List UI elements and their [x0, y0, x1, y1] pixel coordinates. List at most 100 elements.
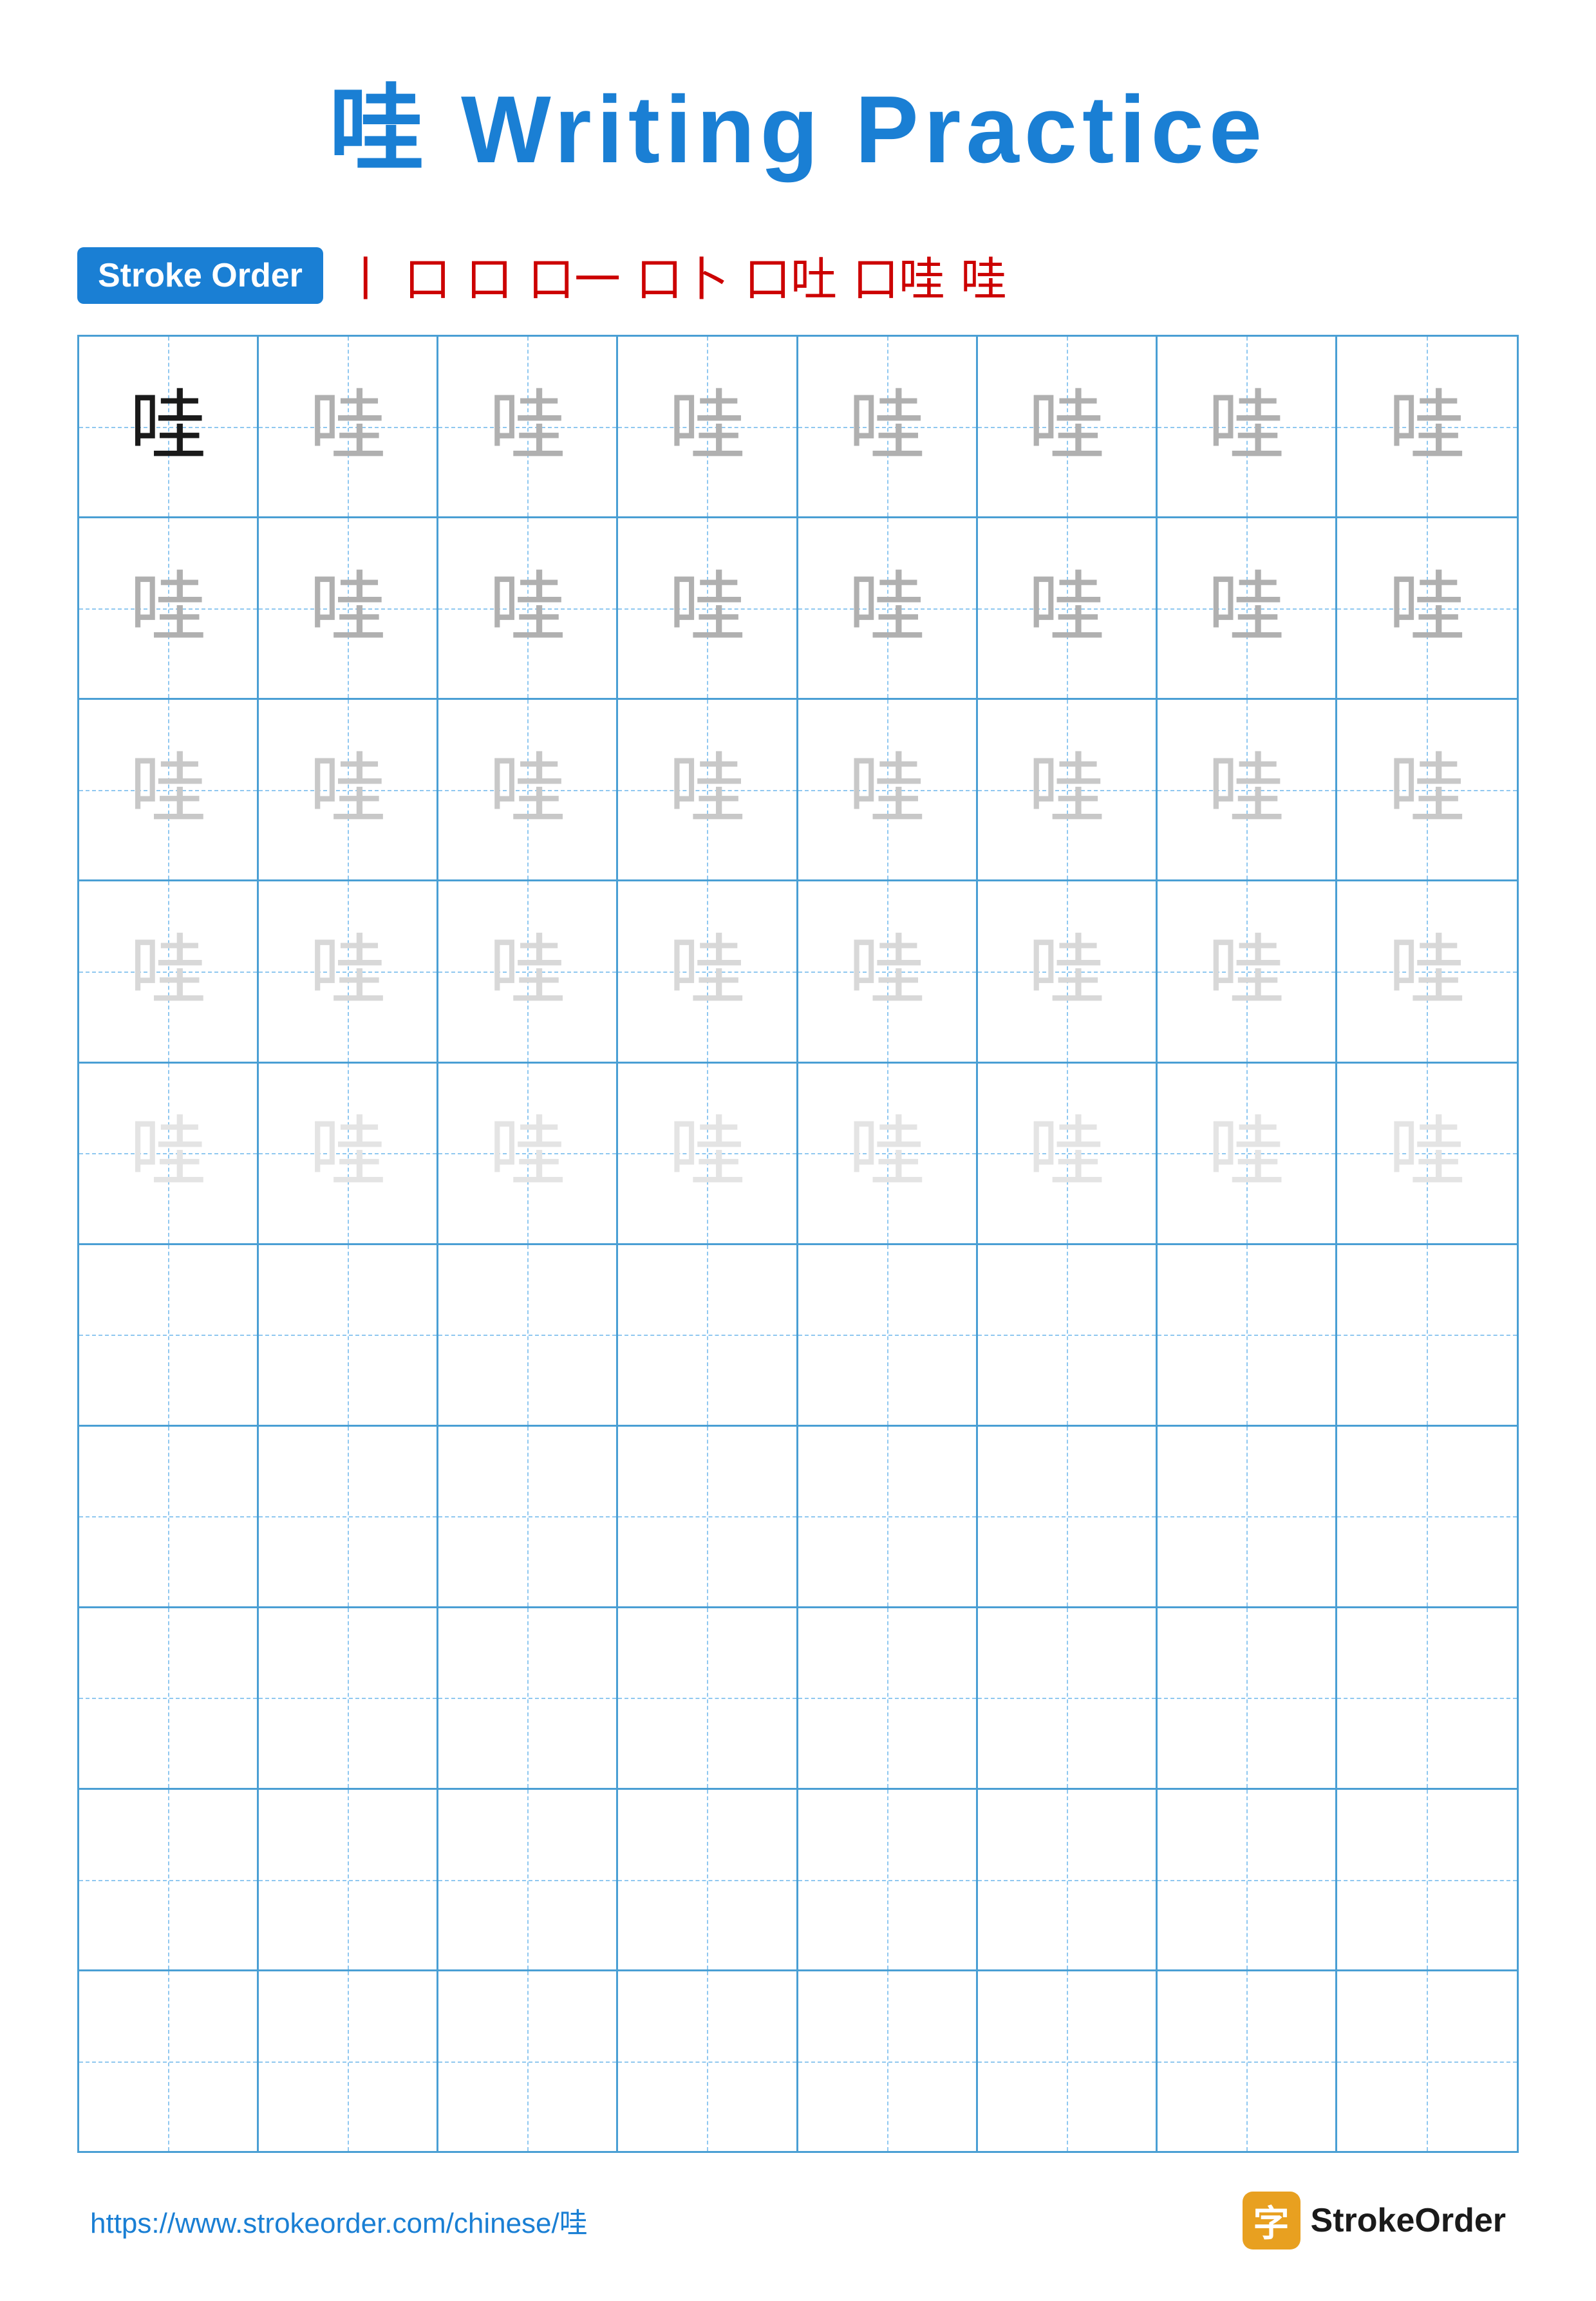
practice-char: 哇 — [849, 388, 926, 465]
grid-cell[interactable]: 哇 — [79, 1064, 259, 1243]
footer-url[interactable]: https://www.strokeorder.com/chinese/哇 — [90, 2200, 588, 2241]
grid-cell[interactable] — [259, 1427, 438, 1606]
grid-cell[interactable] — [1337, 1608, 1517, 1788]
grid-cell[interactable] — [978, 1608, 1158, 1788]
grid-cell[interactable] — [618, 1971, 798, 2151]
grid-cell[interactable] — [259, 1245, 438, 1425]
grid-cell[interactable] — [1337, 1245, 1517, 1425]
grid-cell[interactable]: 哇 — [1158, 337, 1337, 516]
grid-cell[interactable]: 哇 — [259, 881, 438, 1061]
practice-char: 哇 — [1028, 751, 1105, 829]
grid-cell[interactable]: 哇 — [1337, 881, 1517, 1061]
grid-cell[interactable] — [978, 1971, 1158, 2151]
grid-cell[interactable] — [79, 1971, 259, 2151]
grid-cell[interactable]: 哇 — [798, 337, 978, 516]
grid-cell[interactable] — [798, 1971, 978, 2151]
page: 哇 Writing Practice Stroke Order 丨 口 口 口一… — [0, 0, 1596, 2301]
grid-cell[interactable] — [978, 1790, 1158, 1969]
grid-cell[interactable]: 哇 — [1158, 518, 1337, 698]
grid-cell[interactable]: 哇 — [618, 881, 798, 1061]
grid-cell[interactable]: 哇 — [438, 881, 618, 1061]
grid-cell[interactable] — [798, 1427, 978, 1606]
practice-grid: 哇 哇 哇 哇 哇 哇 哇 哇 哇 哇 哇 哇 哇 哇 哇 哇 哇 哇 哇 哇 … — [77, 335, 1519, 2153]
grid-cell[interactable]: 哇 — [978, 518, 1158, 698]
grid-row-5: 哇 哇 哇 哇 哇 哇 哇 哇 — [79, 1064, 1517, 1245]
grid-cell[interactable] — [618, 1245, 798, 1425]
stroke-order-row: Stroke Order 丨 口 口 口一 口卜 口吐 口哇 哇 — [77, 241, 1519, 309]
grid-cell[interactable]: 哇 — [1337, 337, 1517, 516]
practice-char: 哇 — [1028, 933, 1105, 1010]
grid-cell[interactable]: 哇 — [438, 700, 618, 879]
grid-cell[interactable] — [79, 1790, 259, 1969]
grid-cell[interactable] — [438, 1427, 618, 1606]
grid-cell[interactable]: 哇 — [259, 518, 438, 698]
grid-cell[interactable]: 哇 — [978, 881, 1158, 1061]
stroke-step-4: 口一 — [528, 241, 621, 309]
grid-cell[interactable] — [618, 1427, 798, 1606]
grid-cell[interactable]: 哇 — [978, 1064, 1158, 1243]
grid-cell[interactable] — [1337, 1790, 1517, 1969]
grid-cell[interactable]: 哇 — [978, 337, 1158, 516]
grid-cell[interactable] — [79, 1245, 259, 1425]
grid-cell[interactable]: 哇 — [79, 881, 259, 1061]
grid-cell[interactable] — [1158, 1971, 1337, 2151]
grid-cell[interactable] — [259, 1608, 438, 1788]
grid-cell[interactable] — [438, 1608, 618, 1788]
practice-char: 哇 — [1388, 388, 1465, 465]
grid-cell[interactable] — [259, 1790, 438, 1969]
grid-cell[interactable]: 哇 — [618, 700, 798, 879]
grid-cell[interactable]: 哇 — [438, 518, 618, 698]
grid-cell[interactable]: 哇 — [798, 881, 978, 1061]
grid-cell[interactable] — [978, 1427, 1158, 1606]
grid-cell[interactable] — [438, 1790, 618, 1969]
grid-cell[interactable]: 哇 — [618, 337, 798, 516]
practice-char: 哇 — [849, 1114, 926, 1192]
grid-cell[interactable]: 哇 — [618, 1064, 798, 1243]
grid-cell[interactable] — [1337, 1971, 1517, 2151]
grid-cell[interactable] — [798, 1245, 978, 1425]
stroke-steps: 丨 口 口 口一 口卜 口吐 口哇 哇 — [343, 241, 1007, 309]
grid-cell[interactable]: 哇 — [1337, 518, 1517, 698]
grid-cell[interactable] — [618, 1608, 798, 1788]
grid-cell[interactable] — [79, 1608, 259, 1788]
grid-cell[interactable]: 哇 — [798, 1064, 978, 1243]
grid-cell[interactable] — [438, 1971, 618, 2151]
grid-cell[interactable]: 哇 — [1337, 700, 1517, 879]
grid-row-10 — [79, 1971, 1517, 2151]
grid-cell[interactable] — [438, 1245, 618, 1425]
grid-cell[interactable] — [1158, 1790, 1337, 1969]
practice-char: 哇 — [849, 751, 926, 829]
grid-cell[interactable]: 哇 — [79, 700, 259, 879]
practice-char: 哇 — [1208, 751, 1285, 829]
grid-cell[interactable] — [79, 1427, 259, 1606]
grid-cell[interactable]: 哇 — [798, 518, 978, 698]
grid-cell[interactable]: 哇 — [79, 518, 259, 698]
grid-row-9 — [79, 1790, 1517, 1971]
grid-cell[interactable] — [1337, 1427, 1517, 1606]
grid-cell[interactable] — [1158, 1608, 1337, 1788]
grid-cell[interactable]: 哇 — [1158, 700, 1337, 879]
title-char: 哇 Writing Practice — [329, 77, 1267, 183]
grid-cell[interactable] — [798, 1790, 978, 1969]
grid-cell[interactable]: 哇 — [259, 337, 438, 516]
grid-cell[interactable]: 哇 — [1158, 1064, 1337, 1243]
grid-cell[interactable] — [618, 1790, 798, 1969]
practice-char: 哇 — [849, 933, 926, 1010]
practice-char: 哇 — [849, 570, 926, 647]
grid-cell[interactable] — [798, 1608, 978, 1788]
grid-cell[interactable]: 哇 — [79, 337, 259, 516]
grid-cell[interactable]: 哇 — [438, 337, 618, 516]
grid-cell[interactable]: 哇 — [798, 700, 978, 879]
grid-cell[interactable]: 哇 — [618, 518, 798, 698]
grid-cell[interactable]: 哇 — [1337, 1064, 1517, 1243]
grid-cell[interactable]: 哇 — [1158, 881, 1337, 1061]
grid-cell[interactable] — [259, 1971, 438, 2151]
grid-cell[interactable] — [1158, 1427, 1337, 1606]
stroke-step-7: 口哇 — [852, 241, 945, 309]
grid-cell[interactable]: 哇 — [259, 700, 438, 879]
grid-cell[interactable]: 哇 — [438, 1064, 618, 1243]
grid-cell[interactable]: 哇 — [978, 700, 1158, 879]
grid-cell[interactable] — [1158, 1245, 1337, 1425]
grid-cell[interactable]: 哇 — [259, 1064, 438, 1243]
grid-cell[interactable] — [978, 1245, 1158, 1425]
